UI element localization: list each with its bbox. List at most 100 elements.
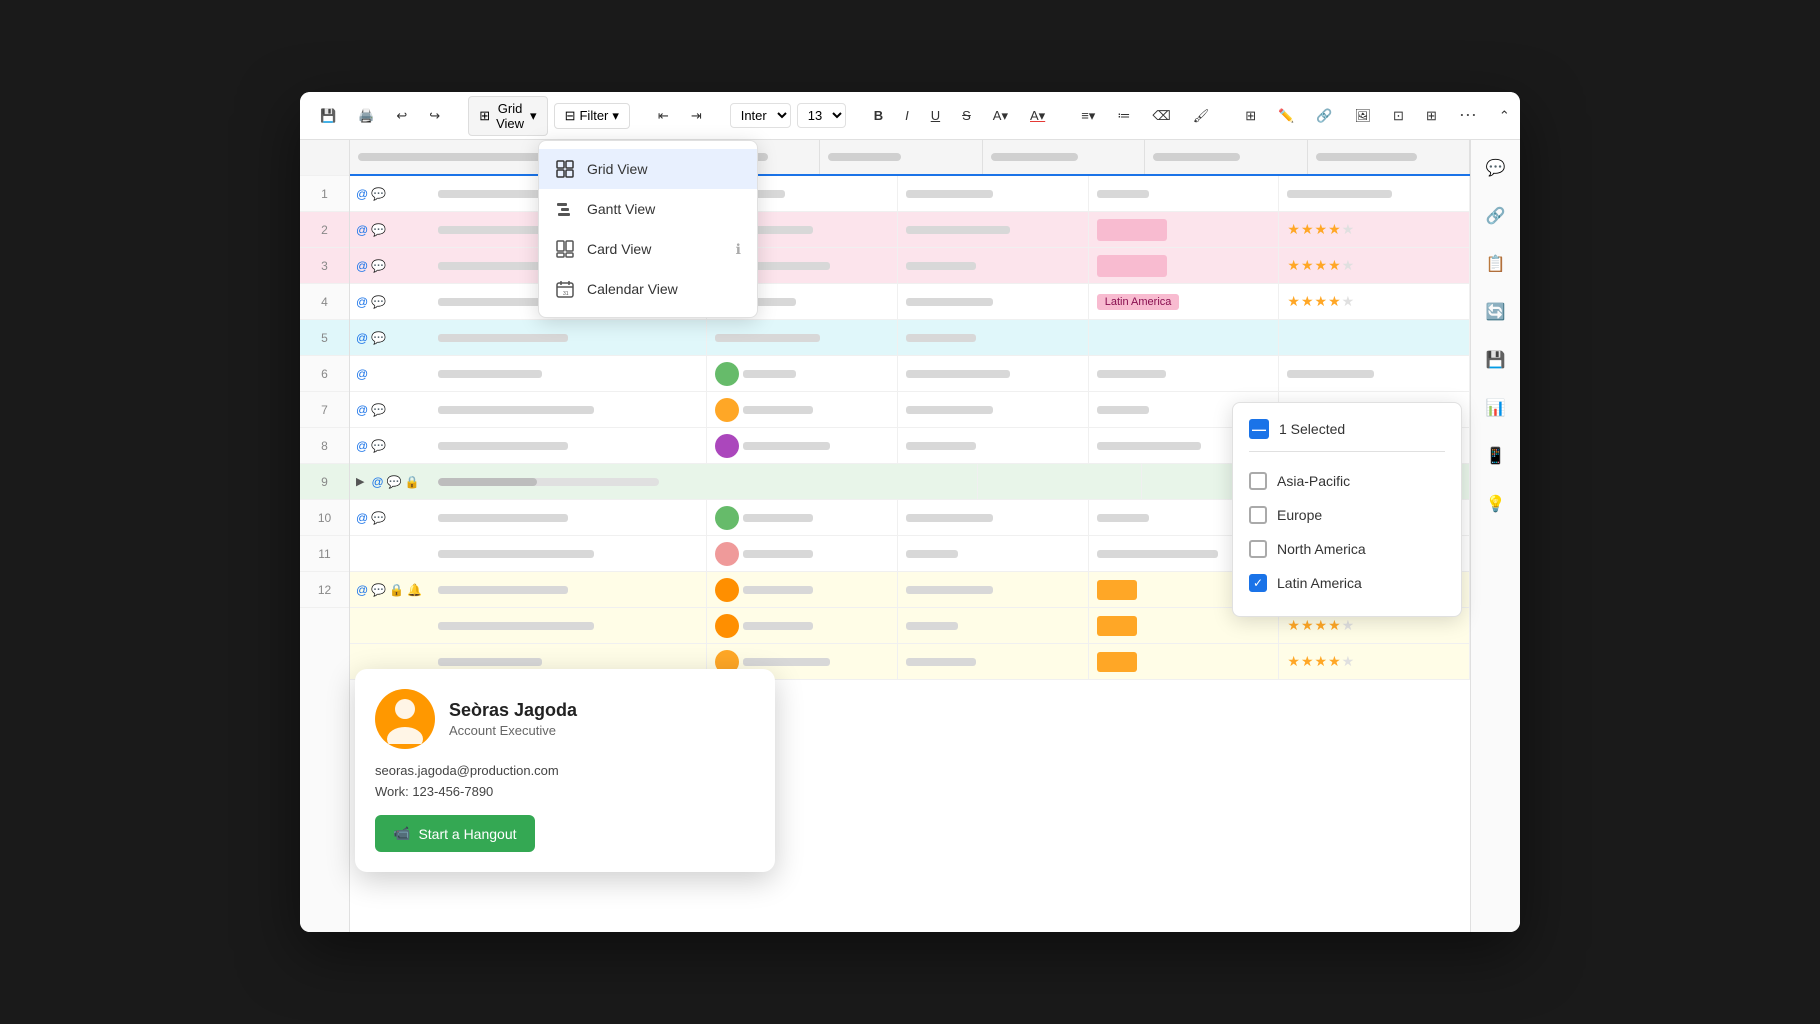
- dropdown-item-gantt[interactable]: Gantt View: [539, 189, 757, 229]
- cell-8-1[interactable]: [430, 428, 707, 463]
- sidebar-link-icon[interactable]: 🔗: [1480, 200, 1512, 232]
- more-options-button[interactable]: ⋯: [1451, 101, 1485, 130]
- cell-9-progress[interactable]: [430, 464, 667, 499]
- embed-button[interactable]: ⊡: [1385, 104, 1412, 128]
- cell-10-2[interactable]: [707, 500, 898, 535]
- font-selector[interactable]: Inter: [730, 103, 791, 128]
- highlight-button[interactable]: A▾: [985, 104, 1016, 128]
- cell-12-2[interactable]: [707, 572, 898, 607]
- cell-e2-3[interactable]: [898, 644, 1089, 679]
- undo-button[interactable]: ↩: [388, 104, 415, 128]
- filter-option-europe[interactable]: Europe: [1249, 498, 1445, 532]
- cell-8-2[interactable]: [707, 428, 898, 463]
- sidebar-refresh-icon[interactable]: 🔄: [1480, 296, 1512, 328]
- cell-4-region[interactable]: Latin America: [1089, 284, 1280, 319]
- table-row[interactable]: @ 💬: [350, 320, 1470, 356]
- cell-12-3[interactable]: [898, 572, 1089, 607]
- sidebar-save-icon[interactable]: 💾: [1480, 344, 1512, 376]
- start-hangout-button[interactable]: 📹 Start a Hangout: [375, 815, 535, 852]
- redo-button[interactable]: ↪: [421, 104, 448, 128]
- table-row[interactable]: @ 💬: [350, 176, 1470, 212]
- columns-button[interactable]: ⊞: [1418, 104, 1445, 128]
- north-america-checkbox[interactable]: [1249, 540, 1267, 558]
- cell-6-3[interactable]: [898, 356, 1089, 391]
- filter-button[interactable]: ⊟ Filter ▾: [554, 103, 630, 129]
- cell-5-2[interactable]: [707, 320, 898, 355]
- bold-button[interactable]: B: [866, 104, 891, 127]
- cell-5-1[interactable]: [430, 320, 707, 355]
- view-selector-button[interactable]: ⊞ Grid View ▾: [468, 96, 547, 136]
- filter-option-asia[interactable]: Asia-Pacific: [1249, 464, 1445, 498]
- cell-e1-3[interactable]: [898, 608, 1089, 643]
- table-row[interactable]: @: [350, 356, 1470, 392]
- list-button[interactable]: ≔: [1109, 104, 1138, 128]
- cell-5-3[interactable]: [898, 320, 1089, 355]
- cell-e1-2[interactable]: [707, 608, 898, 643]
- table-row[interactable]: @ 💬: [350, 212, 1470, 248]
- cell-7-3[interactable]: [898, 392, 1089, 427]
- cell-3-3[interactable]: [898, 248, 1089, 283]
- cell-6-1[interactable]: [430, 356, 707, 391]
- cell-6-5[interactable]: [1279, 356, 1470, 391]
- filter-option-north-america[interactable]: North America: [1249, 532, 1445, 566]
- cell-12-1[interactable]: [430, 572, 707, 607]
- font-size-selector[interactable]: 13: [797, 103, 846, 128]
- image-button[interactable]: 🖼: [1347, 104, 1380, 128]
- cell-9-2[interactable]: [667, 464, 978, 499]
- sidebar-lightbulb-icon[interactable]: 💡: [1480, 488, 1512, 520]
- cell-5-4[interactable]: [1089, 320, 1280, 355]
- link-button[interactable]: 🔗: [1308, 104, 1340, 128]
- print-button[interactable]: 🖨️: [350, 104, 382, 128]
- table-button[interactable]: ⊞: [1237, 104, 1264, 128]
- cell-5-5[interactable]: [1279, 320, 1470, 355]
- cell-2-rating[interactable]: ★ ★ ★ ★ ★: [1279, 212, 1470, 247]
- save-button[interactable]: 💾: [312, 104, 344, 128]
- cell-1-5[interactable]: [1279, 176, 1470, 211]
- outdent-button[interactable]: ⇥: [683, 104, 710, 128]
- cell-e1-1[interactable]: [430, 608, 707, 643]
- strikethrough-button[interactable]: S: [954, 104, 979, 127]
- collapse-button[interactable]: ⌃: [1491, 104, 1518, 128]
- sidebar-comment-icon[interactable]: 💬: [1480, 152, 1512, 184]
- table-row[interactable]: @ 💬: [350, 248, 1470, 284]
- sidebar-mobile-icon[interactable]: 📱: [1480, 440, 1512, 472]
- table-row[interactable]: @ 💬 Latin America: [350, 284, 1470, 320]
- cell-9-3[interactable]: [978, 464, 1142, 499]
- cell-3-rating[interactable]: ★ ★ ★ ★ ★: [1279, 248, 1470, 283]
- cell-1-3[interactable]: [898, 176, 1089, 211]
- dropdown-item-card[interactable]: Card View ℹ: [539, 229, 757, 269]
- cell-e2-rating[interactable]: ★ ★ ★ ★ ★: [1279, 644, 1470, 679]
- cell-11-3[interactable]: [898, 536, 1089, 571]
- sidebar-chart-icon[interactable]: 📊: [1480, 392, 1512, 424]
- eraser-button[interactable]: ⌫: [1144, 104, 1178, 128]
- cell-10-3[interactable]: [898, 500, 1089, 535]
- draw-button[interactable]: ✏️: [1270, 104, 1302, 128]
- align-button[interactable]: ≡▾: [1073, 104, 1103, 128]
- cell-3-region[interactable]: [1089, 248, 1280, 283]
- latin-america-checkbox[interactable]: [1249, 574, 1267, 592]
- sidebar-clipboard-icon[interactable]: 📋: [1480, 248, 1512, 280]
- asia-checkbox[interactable]: [1249, 472, 1267, 490]
- font-color-button[interactable]: A▾: [1022, 104, 1053, 128]
- cell-6-2[interactable]: [707, 356, 898, 391]
- cell-4-3[interactable]: [898, 284, 1089, 319]
- filter-option-latin-america[interactable]: Latin America: [1249, 566, 1445, 600]
- cell-e2-yellowbar[interactable]: [1089, 644, 1280, 679]
- dropdown-item-grid[interactable]: Grid View: [539, 149, 757, 189]
- cell-2-region[interactable]: [1089, 212, 1280, 247]
- format-paint-button[interactable]: 🖌: [1185, 104, 1218, 128]
- dropdown-item-calendar[interactable]: 31 Calendar View: [539, 269, 757, 309]
- underline-button[interactable]: U: [923, 104, 948, 127]
- cell-10-1[interactable]: [430, 500, 707, 535]
- cell-2-3[interactable]: [898, 212, 1089, 247]
- cell-1-4[interactable]: [1089, 176, 1280, 211]
- cell-6-4[interactable]: [1089, 356, 1280, 391]
- cell-11-2[interactable]: [707, 536, 898, 571]
- cell-7-1[interactable]: [430, 392, 707, 427]
- cell-11-1[interactable]: [430, 536, 707, 571]
- indent-button[interactable]: ⇤: [650, 104, 677, 128]
- cell-7-2[interactable]: [707, 392, 898, 427]
- cell-8-3[interactable]: [898, 428, 1089, 463]
- cell-4-rating[interactable]: ★ ★ ★ ★ ★: [1279, 284, 1470, 319]
- italic-button[interactable]: I: [897, 104, 917, 127]
